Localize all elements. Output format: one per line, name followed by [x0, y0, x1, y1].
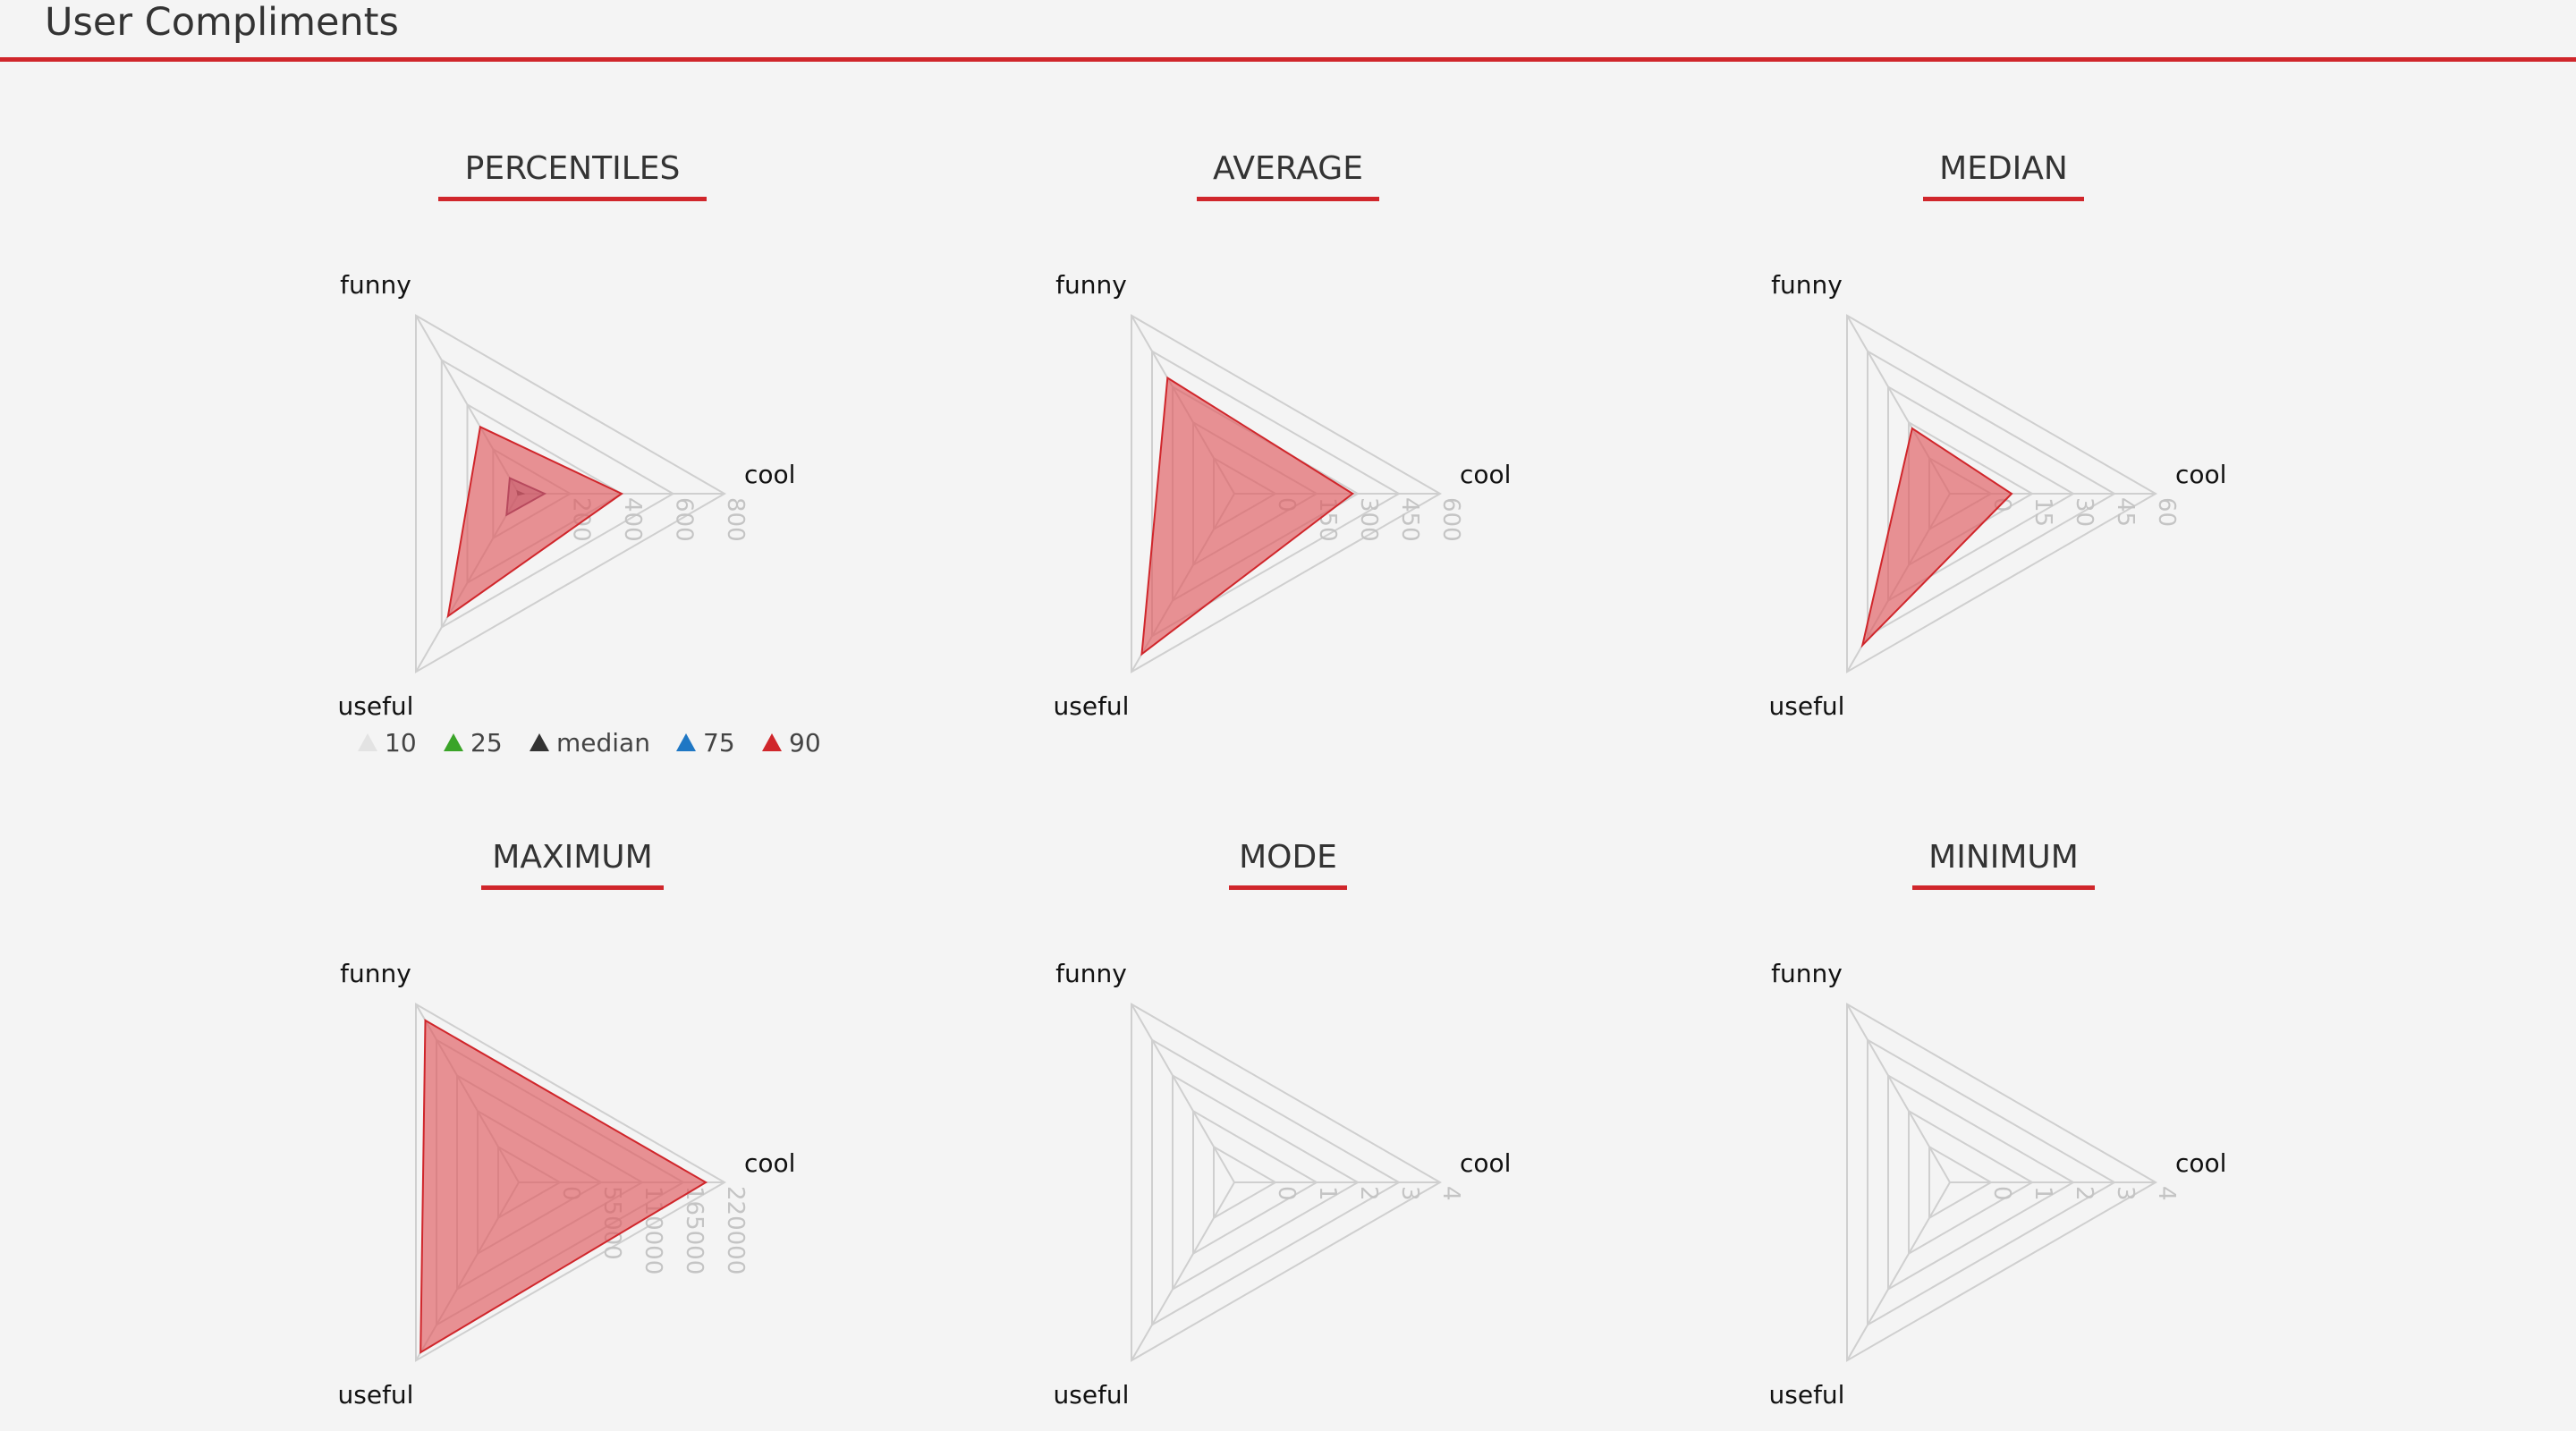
chart-title-underline [1912, 885, 2095, 890]
axis-label-funny: funny [340, 959, 411, 988]
legend-label-median: median [556, 728, 650, 758]
tick-label: 60 [2153, 497, 2180, 527]
tick-label: 450 [1396, 497, 1423, 542]
legend-label-90: 90 [789, 728, 821, 758]
legend-marker-10 [358, 733, 377, 751]
radar-chart-percentiles: PERCENTILES200400600800funnycooluseful10… [338, 150, 821, 758]
grid-spoke [1846, 1181, 1951, 1361]
tick-label: 0 [1273, 1186, 1300, 1201]
tick-label: 4 [1437, 1186, 1464, 1201]
legend-label-75: 75 [703, 728, 735, 758]
grid-spoke [1131, 1181, 1235, 1361]
axis-label-funny: funny [1771, 270, 1843, 300]
axis-label-cool: cool [2175, 1148, 2226, 1178]
tick-label: 0 [1988, 1186, 2015, 1201]
series-polygon-value [1140, 376, 1355, 656]
tick-label: 2 [1355, 1186, 1382, 1201]
series-polygon-value [1860, 427, 2013, 648]
tick-label: 800 [722, 497, 749, 542]
axis-label-funny: funny [1055, 959, 1127, 988]
tick-label: 2 [2071, 1186, 2097, 1201]
legend-marker-90 [762, 733, 782, 751]
chart-title: AVERAGE [1213, 150, 1363, 187]
legend-label-10: 10 [385, 728, 417, 758]
legend-marker-75 [676, 733, 696, 751]
tick-label: 165000 [681, 1186, 708, 1274]
tick-label: 400 [619, 497, 646, 542]
axis-label-funny: funny [1771, 959, 1843, 988]
radar-chart-mode: MODE 0 1 2 3 4 funny cool useful [1054, 839, 1512, 1410]
axis-label-cool: cool [1460, 1148, 1511, 1178]
tick-label: 220000 [722, 1186, 749, 1274]
tick-label: 15 [2029, 497, 2056, 527]
tick-label: 4 [2153, 1186, 2180, 1201]
tick-label: 30 [2071, 497, 2097, 527]
tick-label: 3 [2112, 1186, 2139, 1201]
axis-label-useful: useful [338, 691, 414, 721]
axis-label-cool: cool [744, 460, 795, 489]
radar-chart-maximum: MAXIMUM055000110000165000220000funnycool… [338, 839, 796, 1410]
series-polygon-90 [446, 425, 623, 619]
tick-label: 600 [1437, 497, 1464, 542]
series-polygon-value [419, 1019, 708, 1354]
tick-label: 45 [2112, 497, 2139, 527]
tick-label: 300 [1355, 497, 1382, 542]
chart-title: MODE [1239, 839, 1337, 876]
page: User Compliments PERCENTILES200400600800… [0, 0, 2576, 1431]
tick-label: 1 [1314, 1186, 1341, 1201]
chart-title-underline [1923, 197, 2084, 201]
radar-chart-average: AVERAGE0150300450600funnycooluseful [1054, 150, 1512, 721]
radar-charts-canvas: PERCENTILES 2 0 0 400 600 800 funny cool useful 10… [338, 150, 2227, 1410]
chart-title: PERCENTILES [465, 150, 681, 187]
radar-chart-minimum: MINIMUM 0 1 2 3 4 funny cool useful [1769, 839, 2227, 1410]
chart-title: MEDIAN [1939, 150, 2068, 187]
axis-label-funny: funny [1055, 270, 1127, 300]
chart-title-underline [1229, 885, 1347, 890]
axis-label-cool: cool [744, 1148, 795, 1178]
tick-label: 3 [1396, 1186, 1423, 1201]
chart-title-underline [481, 885, 664, 890]
axis-label-useful: useful [338, 1380, 414, 1410]
chart-title-underline [438, 197, 707, 201]
grid-spoke [1846, 1003, 1951, 1183]
axis-label-useful: useful [1769, 691, 1845, 721]
radar-chart-median: MEDIAN015304560funnycooluseful [1769, 150, 2227, 721]
legend-marker-25 [444, 733, 463, 751]
axis-label-useful: useful [1054, 1380, 1130, 1410]
axis-label-useful: useful [1054, 691, 1130, 721]
axis-label-cool: cool [2175, 460, 2226, 489]
axis-label-cool: cool [1460, 460, 1511, 489]
tick-label: 600 [671, 497, 698, 542]
axis-label-funny: funny [340, 270, 411, 300]
tick-label: 1 [2029, 1186, 2056, 1201]
grid-spoke [1131, 1003, 1235, 1183]
axis-label-useful: useful [1769, 1380, 1845, 1410]
legend-label-25: 25 [470, 728, 503, 758]
legend-marker-median [530, 733, 549, 751]
chart-title: MINIMUM [1928, 839, 2079, 876]
chart-title: MAXIMUM [492, 839, 652, 876]
chart-title-underline [1197, 197, 1379, 201]
